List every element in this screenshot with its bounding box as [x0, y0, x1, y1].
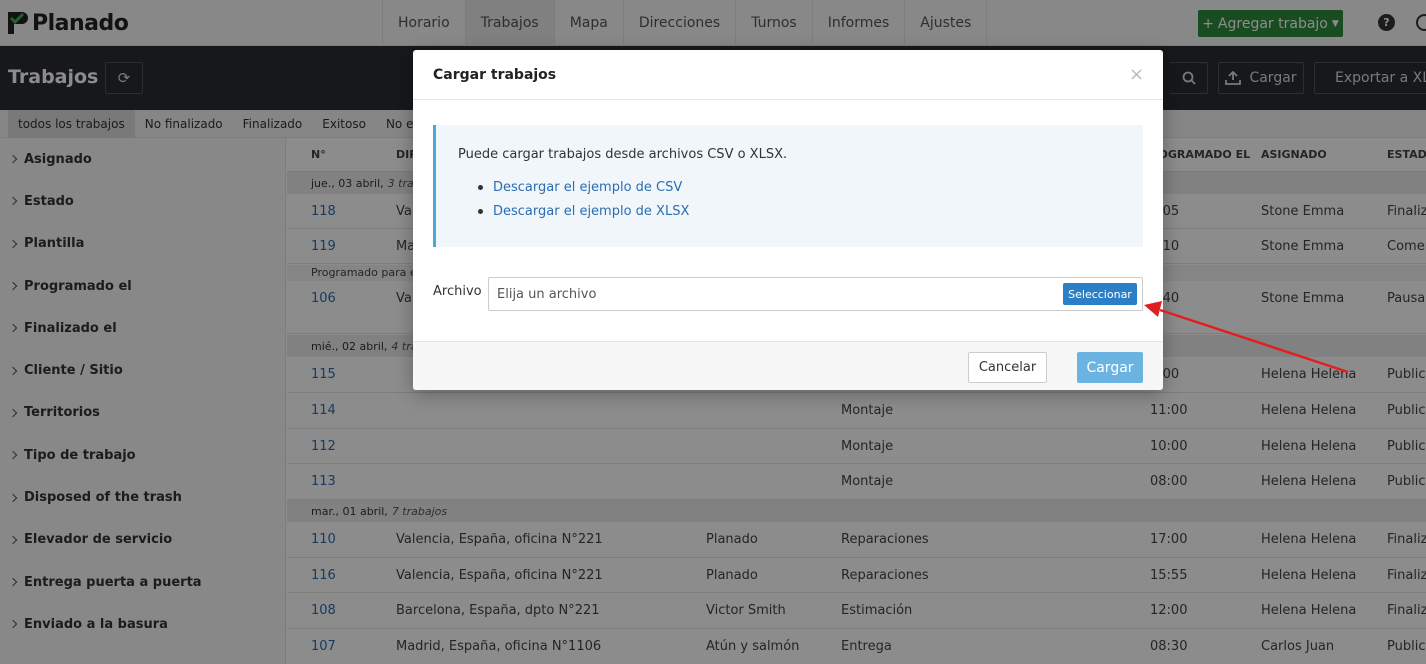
download-links: Descargar el ejemplo de CSV Descargar el…	[478, 175, 689, 223]
file-label: Archivo	[433, 284, 482, 299]
bullet-icon	[478, 184, 483, 190]
link-label: Descargar el ejemplo de CSV	[493, 179, 683, 195]
download-csv-link[interactable]: Descargar el ejemplo de CSV	[478, 175, 689, 199]
modal-title: Cargar trabajos	[433, 67, 557, 83]
cancel-button[interactable]: Cancelar	[968, 352, 1047, 383]
modal-footer: Cancelar Cargar	[413, 341, 1163, 390]
close-icon[interactable]: ×	[1129, 64, 1144, 85]
file-input[interactable]: Elija un archivo	[488, 277, 1143, 311]
select-file-button[interactable]: Seleccionar	[1063, 283, 1137, 305]
info-box: Puede cargar trabajos desde archivos CSV…	[433, 125, 1143, 247]
link-label: Descargar el ejemplo de XLSX	[493, 203, 690, 219]
upload-jobs-modal: Cargar trabajos × Puede cargar trabajos …	[413, 50, 1163, 390]
submit-upload-button[interactable]: Cargar	[1077, 352, 1143, 383]
file-placeholder: Elija un archivo	[497, 286, 597, 302]
modal-header: Cargar trabajos ×	[413, 50, 1163, 100]
info-text: Puede cargar trabajos desde archivos CSV…	[458, 147, 788, 162]
bullet-icon	[478, 208, 483, 214]
download-xlsx-link[interactable]: Descargar el ejemplo de XLSX	[478, 199, 689, 223]
